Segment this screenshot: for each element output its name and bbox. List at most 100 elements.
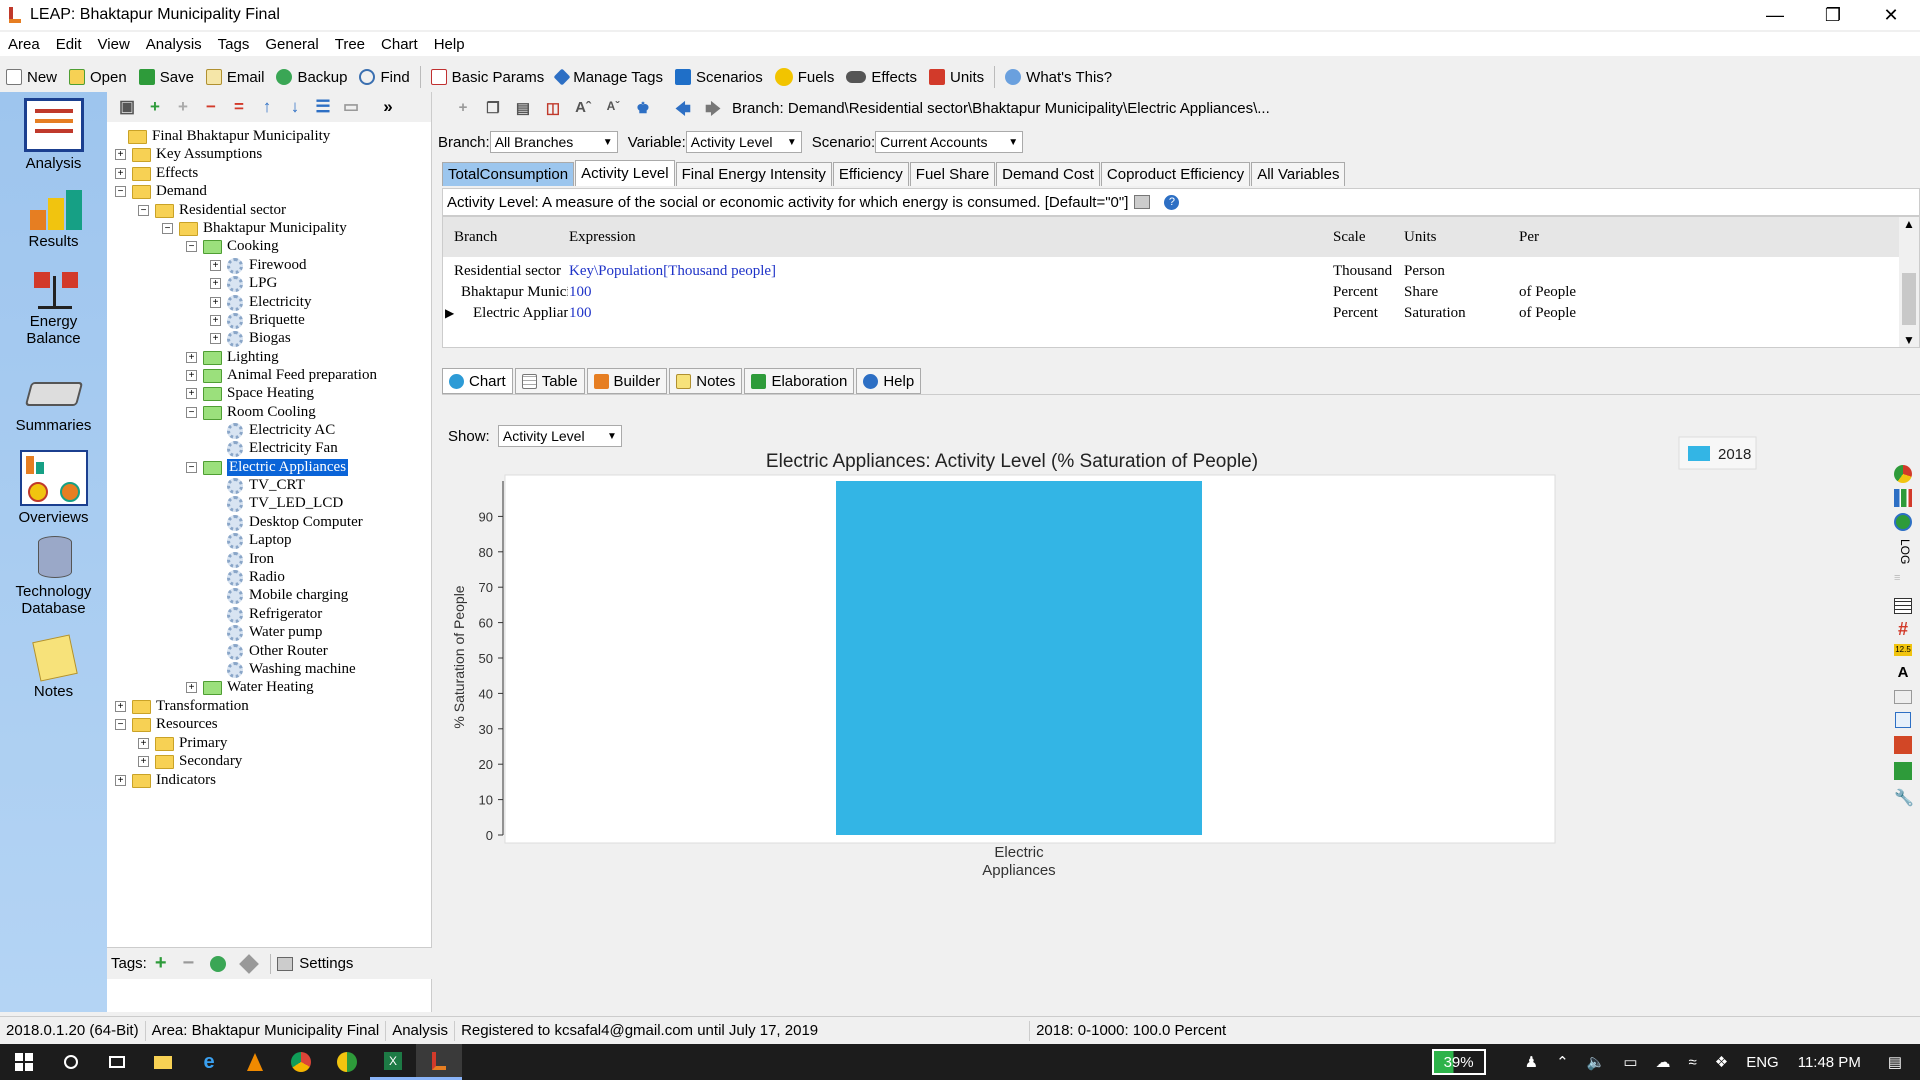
settings-icon[interactable] [277,956,294,971]
chrome-button[interactable] [278,1044,324,1080]
tree-node-electricity-fan[interactable]: Electricity Fan [210,438,338,459]
header-units[interactable]: Units [1404,229,1437,246]
branch-select[interactable]: All Branches ▼ [489,131,618,153]
stacked-bar-icon[interactable] [1894,489,1912,507]
tree-node-indicators[interactable]: + Indicators [115,770,216,791]
notifications-icon[interactable]: ▤ [1888,1053,1902,1071]
variable-select[interactable]: Activity Level ▼ [685,131,802,153]
expand-icon[interactable]: + [210,315,221,326]
table-row[interactable]: Residential sector Key\Population[Thousa… [443,261,1899,282]
units-button[interactable]: Units [923,64,990,90]
import-icon[interactable]: ◫ [544,99,562,117]
tags-settings-button[interactable]: Settings [299,955,353,972]
font-icon[interactable]: A [1894,664,1912,682]
expand-icon[interactable]: + [210,297,221,308]
new-button[interactable]: New [0,64,63,90]
task-view-button[interactable] [94,1044,140,1080]
remove-tag-icon[interactable]: − [183,952,195,975]
minimize-button[interactable]: — [1746,0,1804,30]
show-select[interactable]: Activity Level ▼ [497,425,622,447]
delete-branch-icon[interactable]: − [202,98,220,116]
view-summaries[interactable]: Summaries [0,374,107,434]
add-tag-icon[interactable]: + [155,952,167,975]
collapse-icon[interactable]: − [138,205,149,216]
expand-icon[interactable]: + [186,352,197,363]
tree-node-biogas[interactable]: + Biogas [210,328,291,349]
email-button[interactable]: Email [200,64,271,90]
fuels-button[interactable]: Fuels [769,64,841,90]
expand-icon[interactable]: + [115,775,126,786]
tab-fuel-share[interactable]: Fuel Share [909,162,996,186]
tab-demand-cost[interactable]: Demand Cost [996,162,1100,186]
log-scale-toggle[interactable]: LOG [1894,539,1912,564]
view-analysis[interactable]: Analysis [0,98,107,172]
basic-params-button[interactable]: Basic Params [425,64,551,90]
collapse-icon[interactable]: − [115,719,126,730]
add-icon[interactable]: + [454,99,472,117]
tree-node-demand[interactable]: − Demand [115,181,207,202]
tree-node-laptop[interactable]: Laptop [210,530,292,551]
file-explorer-button[interactable] [140,1044,186,1080]
collapse-icon[interactable]: − [162,223,173,234]
chart-legend[interactable]: 2018 [1678,436,1757,470]
menu-chart[interactable]: Chart [373,36,426,53]
tag-globe-icon[interactable] [210,955,227,972]
edge-button[interactable]: e [186,1044,232,1080]
chevron-up-icon[interactable]: ⌃ [1556,1053,1569,1071]
clock[interactable]: 11:48 PM [1798,1054,1861,1071]
vlc-button[interactable] [232,1044,278,1080]
backup-button[interactable]: Backup [270,64,353,90]
close-button[interactable]: ✕ [1862,0,1920,30]
tab-all-variables[interactable]: All Variables [1251,162,1346,186]
header-per[interactable]: Per [1519,229,1539,246]
font-decrease-icon[interactable]: Aˇ [604,99,622,117]
dropbox-icon[interactable]: ❖ [1715,1053,1728,1071]
back-arrow-icon[interactable]: 🡄 [674,99,692,118]
tab-final-energy-intensity[interactable]: Final Energy Intensity [675,162,832,186]
tree-node-tv-led[interactable]: TV_LED_LCD [210,493,343,514]
battery-icon[interactable]: ▭ [1623,1053,1637,1071]
edit-default-icon[interactable] [1134,195,1151,209]
collapse-icon[interactable]: − [186,241,197,252]
table-row[interactable]: Bhaktapur Municipal 100 Percent Share of… [443,282,1899,303]
collapse-icon[interactable]: − [115,186,126,197]
excel-button[interactable]: X [370,1044,416,1080]
globe-icon[interactable] [1894,513,1912,531]
menu-analysis[interactable]: Analysis [138,36,210,53]
collapse-icon[interactable]: − [186,462,197,473]
grid-toggle-icon[interactable]: # [1894,620,1912,638]
restore-button[interactable]: ❐ [1804,0,1862,30]
tab-help[interactable]: Help [856,368,922,394]
menu-edit[interactable]: Edit [48,36,90,53]
find-button[interactable]: Find [353,64,415,90]
header-scale[interactable]: Scale [1333,229,1365,246]
tab-builder[interactable]: Builder [586,368,668,394]
add-multiple-icon[interactable]: + [174,98,192,116]
view-notes[interactable]: Notes [0,634,107,700]
save-button[interactable]: Save [133,64,200,90]
search-button[interactable] [48,1044,94,1080]
table-row[interactable]: ▶ Electric Appliances 100 Percent Satura… [443,303,1899,324]
expand-icon[interactable]: + [186,388,197,399]
tree-node-water-heating[interactable]: + Water Heating [186,677,314,698]
save-chart-icon[interactable] [1894,762,1912,781]
font-increase-icon[interactable]: Aˆ [574,99,592,117]
scenario-select[interactable]: Current Accounts ▼ [875,131,1024,153]
help-icon[interactable]: ? [1164,194,1180,210]
header-expression[interactable]: Expression [569,229,636,246]
tab-table[interactable]: Table [514,368,585,394]
more-chevron-icon[interactable]: » [379,98,397,116]
scroll-up-icon[interactable]: ▲ [1899,217,1919,231]
tree-node-lpg[interactable]: + LPG [210,273,277,294]
wrench-icon[interactable]: 🔧 [1894,788,1914,807]
data-label-icon[interactable]: 12.5 [1894,644,1912,657]
3d-toggle-icon[interactable]: ≡ [1894,572,1912,586]
language-indicator[interactable]: ENG [1746,1054,1779,1071]
view-technology-database[interactable]: Technology Database [0,534,107,617]
delete-multiple-icon[interactable]: = [230,98,248,116]
menu-tags[interactable]: Tags [210,36,258,53]
group-icon[interactable]: ♚ [634,99,652,117]
view-results[interactable]: Results [0,190,107,250]
tree-node-key-assumptions[interactable]: + Key Assumptions [115,144,262,165]
tree-node-mobile-charging[interactable]: Mobile charging [210,585,348,606]
